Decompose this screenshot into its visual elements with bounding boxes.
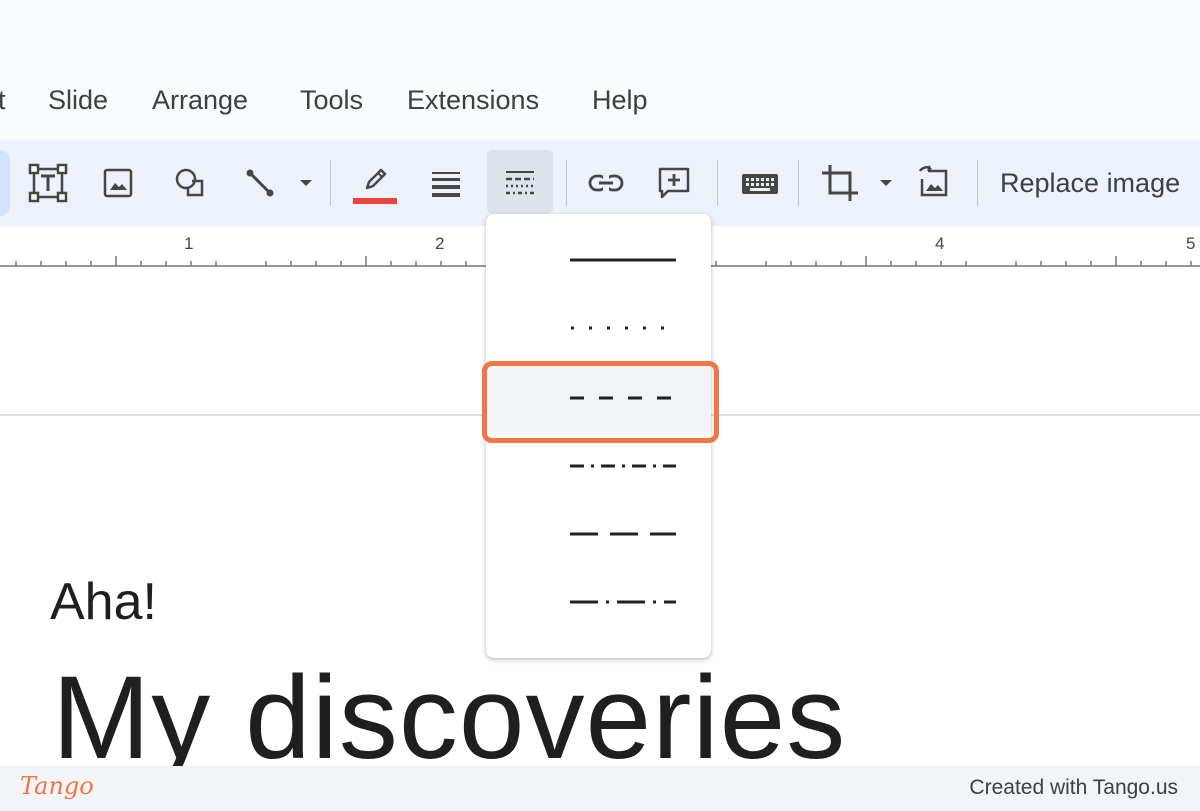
- toolbar-separator: [977, 160, 978, 206]
- border-weight-icon: [432, 172, 460, 197]
- tango-highlight: [482, 361, 719, 443]
- crop-icon: [822, 165, 858, 201]
- add-comment-button[interactable]: [646, 154, 702, 212]
- dropdown-arrow-icon: [300, 180, 312, 186]
- image-icon: [103, 168, 133, 198]
- menu-slide[interactable]: Slide: [48, 80, 108, 120]
- ruler-number: 1: [184, 234, 194, 253]
- shapes-icon: [175, 168, 204, 197]
- insert-link-button[interactable]: [578, 154, 634, 212]
- menu-extensions[interactable]: Extensions: [407, 80, 539, 120]
- ruler-number: 4: [935, 234, 945, 253]
- toolbar-separator: [717, 160, 718, 206]
- line-button[interactable]: [232, 154, 288, 212]
- shapes-button[interactable]: [162, 154, 218, 212]
- dash-option-long-dash-dot[interactable]: [486, 568, 711, 636]
- replace-image-button[interactable]: Replace image: [1000, 163, 1180, 203]
- text-box-icon: [28, 163, 68, 203]
- dash-option-long-dash[interactable]: [486, 500, 711, 568]
- border-weight-button[interactable]: [418, 154, 474, 212]
- dash-option-dotted[interactable]: [486, 294, 711, 362]
- border-color-icon: [353, 168, 397, 204]
- footer-credit: Created with Tango.us: [969, 776, 1178, 799]
- border-dash-icon: [506, 171, 534, 195]
- add-comment-icon: [658, 167, 690, 199]
- line-dropdown-button[interactable]: [288, 154, 324, 212]
- crop-button[interactable]: [812, 154, 868, 212]
- dropdown-arrow-icon: [880, 180, 892, 186]
- toolbar-separator: [330, 160, 331, 206]
- dash-option-solid[interactable]: [486, 226, 711, 294]
- slide-subtitle[interactable]: Aha!: [50, 572, 157, 632]
- menu-tools[interactable]: Tools: [300, 80, 363, 120]
- menu-help[interactable]: Help: [592, 80, 648, 120]
- keyboard-button[interactable]: [732, 154, 788, 212]
- border-color-button[interactable]: [346, 154, 402, 212]
- reset-image-icon: [918, 165, 948, 197]
- reset-image-button[interactable]: [906, 154, 962, 212]
- toolbar-separator: [798, 160, 799, 206]
- text-box-button[interactable]: [20, 154, 76, 212]
- long-dash-dot-line-icon: [570, 600, 676, 604]
- insert-image-button[interactable]: [90, 154, 146, 212]
- border-dash-button[interactable]: [487, 150, 553, 214]
- menu-arrange[interactable]: Arrange: [152, 80, 248, 120]
- toolbar-left-pill: [0, 150, 10, 216]
- dotted-line-icon: [571, 326, 676, 330]
- tango-logo: Tango: [20, 772, 94, 800]
- solid-line-icon: [570, 258, 676, 262]
- link-icon: [588, 174, 624, 192]
- ruler-number: 5: [1186, 234, 1196, 253]
- ruler-number: 2: [435, 234, 445, 253]
- long-dash-line-icon: [570, 532, 676, 536]
- crop-dropdown-button[interactable]: [868, 154, 904, 212]
- line-icon: [246, 169, 274, 197]
- toolbar-separator: [566, 160, 567, 206]
- keyboard-icon: [742, 174, 778, 194]
- menu-format-partial[interactable]: t: [0, 80, 6, 120]
